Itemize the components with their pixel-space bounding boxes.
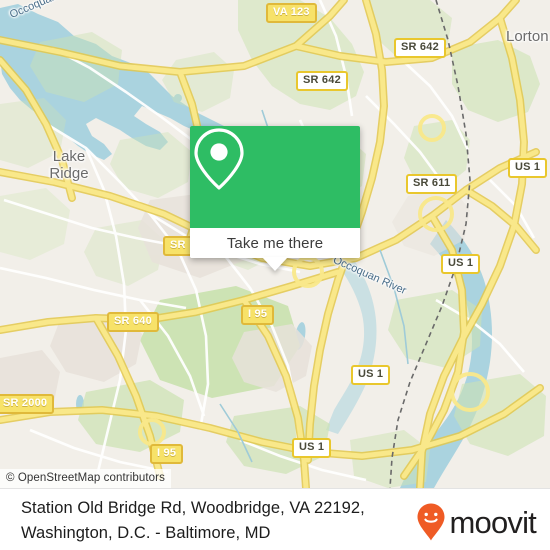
map-canvas[interactable]: Lake Ridge Lorton Occoquan River Occoqua…: [0, 0, 550, 488]
map-shield-i-95-b: I 95: [150, 444, 184, 464]
map-shield-us-1-a: US 1: [508, 158, 548, 178]
map-shield-sr-642-b: SR 642: [296, 71, 348, 91]
map-shield-sr-642-a: SR 642: [394, 38, 446, 58]
map-place-line2: Ridge: [49, 165, 89, 182]
map-shield-us-1-d: US 1: [292, 438, 332, 458]
map-shield-sr-611: SR 611: [406, 174, 458, 194]
footer-bar: Station Old Bridge Rd, Woodbridge, VA 22…: [0, 488, 550, 550]
map-shield-sr-2000: SR 2000: [0, 394, 55, 414]
popup-pointer: [262, 257, 288, 271]
map-place-label-lake-ridge: Lake Ridge: [34, 148, 104, 182]
map-shield-us-1-c: US 1: [351, 365, 391, 385]
map-shield-va-123: VA 123: [266, 3, 317, 23]
map-result-screen: Lake Ridge Lorton Occoquan River Occoqua…: [0, 0, 550, 550]
map-shield-sr-partial: SR: [163, 236, 193, 256]
address-block: Station Old Bridge Rd, Woodbridge, VA 22…: [21, 496, 391, 546]
map-place-line1: Lake: [52, 148, 86, 165]
osm-attribution[interactable]: © OpenStreetMap contributors: [0, 469, 171, 488]
take-me-there-label: Take me there: [226, 234, 324, 252]
map-shield-us-1-b: US 1: [441, 254, 481, 274]
address-line-1: Station Old Bridge Rd, Woodbridge, VA 22…: [21, 499, 365, 517]
take-me-there-popup[interactable]: Take me there: [190, 126, 360, 271]
address-line-2: Washington, D.C. - Baltimore, MD: [21, 524, 271, 542]
popup-pin-area: [190, 126, 360, 228]
map-shield-i-95-a: I 95: [241, 305, 275, 325]
take-me-there-button[interactable]: Take me there: [190, 228, 360, 258]
map-place-label-lorton: Lorton: [506, 28, 549, 45]
map-pin-icon: [194, 128, 244, 190]
moovit-pin-smiley-icon: [417, 503, 445, 541]
moovit-logo[interactable]: moovit: [416, 502, 537, 542]
footer-divider: [0, 488, 550, 489]
map-shield-sr-640: SR 640: [107, 312, 159, 332]
moovit-wordmark: moovit: [449, 504, 536, 540]
